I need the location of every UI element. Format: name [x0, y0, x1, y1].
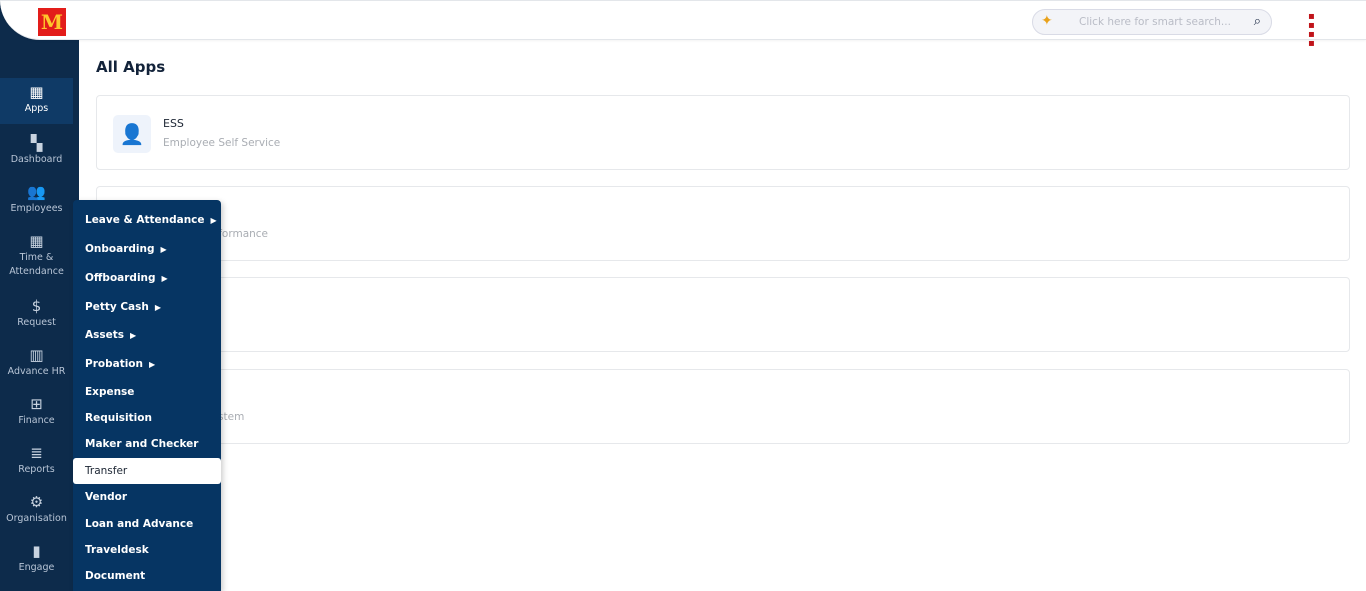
- money-doc-icon: $: [31, 297, 42, 315]
- search-placeholder: Click here for smart search...: [1079, 16, 1231, 28]
- sidebar-item-label: Advance HR: [7, 366, 66, 377]
- grid-icon: ▦: [29, 83, 44, 101]
- gear-icon: ⚙: [29, 493, 44, 511]
- menu-item-label: Transfer: [85, 465, 128, 477]
- menu-item-label: Maker and Checker: [85, 438, 199, 450]
- menu-item-label: Leave & Attendance: [85, 214, 205, 226]
- sidebar-item-advance-hr[interactable]: ▥ Advance HR: [0, 341, 73, 385]
- menu-item-vendor[interactable]: Vendor: [73, 484, 221, 510]
- sidebar-item-label: Finance: [18, 415, 55, 426]
- app-card[interactable]: ayment: [96, 277, 1350, 352]
- menu-item-onboarding[interactable]: Onboarding ▶: [73, 236, 221, 262]
- menu-item-label: Loan and Advance: [85, 518, 194, 530]
- caret-right-icon: ▶: [154, 303, 162, 312]
- app-card-ess[interactable]: 👤 ESS Employee Self Service: [96, 95, 1350, 170]
- apps-flyout-menu: Leave & Attendance ▶ Onboarding ▶ Offboardin…: [73, 200, 221, 591]
- menu-item-label: Document: [85, 570, 146, 582]
- menu-item-requisition[interactable]: Requisition: [73, 405, 221, 431]
- dashboard-icon: ▚: [30, 134, 43, 152]
- report-icon: ≣: [30, 444, 43, 462]
- person-icon: 👤: [113, 115, 151, 153]
- search-icon[interactable]: ⌕: [1254, 14, 1261, 29]
- building-icon: ▥: [29, 346, 44, 364]
- menu-item-offboarding[interactable]: Offboarding ▶: [73, 265, 221, 291]
- sidebar-item-label: Time & Attendance: [9, 252, 64, 277]
- mcdonalds-logo[interactable]: M: [38, 8, 66, 36]
- app-card[interactable]: racking System: [96, 369, 1350, 444]
- people-icon: 👥: [27, 183, 46, 201]
- caret-right-icon: ▶: [161, 274, 168, 283]
- sidebar-item-organisation[interactable]: ⚙ Organisation: [0, 488, 73, 532]
- menu-item-label: Petty Cash: [85, 301, 149, 313]
- menu-item-traveldesk[interactable]: Traveldesk: [73, 537, 221, 563]
- sidebar-item-time-attendance[interactable]: ▦ Time & Attendance: [0, 227, 73, 277]
- sidebar-item-employees[interactable]: 👥 Employees: [0, 178, 73, 222]
- menu-item-label: Onboarding: [85, 243, 155, 255]
- app-desc: Employee Self Service: [163, 137, 281, 149]
- caret-right-icon: ▶: [160, 245, 167, 254]
- menu-item-label: Probation: [85, 358, 143, 370]
- menu-item-label: Assets: [85, 329, 125, 341]
- menu-item-label: Expense: [85, 386, 135, 398]
- sidebar-item-label: Apps: [24, 103, 49, 114]
- caret-right-icon: ▶: [149, 360, 156, 369]
- sidebar-item-label: Dashboard: [10, 154, 63, 165]
- smart-search-input[interactable]: ✦ Click here for smart search... ⌕: [1032, 9, 1272, 35]
- page-title: All Apps: [96, 58, 166, 76]
- menu-item-label: Requisition: [85, 412, 152, 424]
- menu-item-label: Offboarding: [85, 272, 156, 284]
- menu-item-assets[interactable]: Assets ▶: [73, 322, 221, 348]
- sidebar-item-engage[interactable]: ▮ Engage: [0, 537, 73, 581]
- menu-item-label: Vendor: [85, 491, 128, 503]
- menu-item-probation[interactable]: Probation ▶: [73, 351, 221, 377]
- sidebar-item-label: Engage: [18, 562, 55, 573]
- sidebar-item-label: Reports: [18, 464, 55, 475]
- menu-item-transfer[interactable]: Transfer: [73, 458, 221, 484]
- sidebar-item-label: Employees: [10, 203, 63, 214]
- menu-item-label: Traveldesk: [85, 544, 149, 556]
- sidebar-item-dashboard[interactable]: ▚ Dashboard: [0, 129, 73, 173]
- sidebar-item-apps[interactable]: ▦ Apps: [0, 78, 73, 124]
- menu-item-leave-attendance[interactable]: Leave & Attendance ▶: [73, 207, 221, 233]
- user-avatar[interactable]: ▪ ▪ ▪ ▪: [1308, 12, 1328, 49]
- app-title: ESS: [163, 117, 184, 130]
- calendar-icon: ▦: [29, 232, 44, 250]
- app-card[interactable]: ce ployee Performance: [96, 186, 1350, 261]
- sidebar-item-reports[interactable]: ≣ Reports: [0, 439, 73, 483]
- sparkle-icon: ✦: [1041, 13, 1053, 29]
- sidebar-item-label: Request: [17, 317, 56, 328]
- store-add-icon: ⊞: [30, 395, 43, 413]
- menu-item-expense[interactable]: Expense: [73, 379, 221, 405]
- chart-icon: ▮: [32, 542, 41, 560]
- menu-item-document[interactable]: Document: [73, 563, 221, 589]
- sidebar-item-finance[interactable]: ⊞ Finance: [0, 390, 73, 434]
- caret-right-icon: ▶: [130, 331, 137, 340]
- sidebar-item-request[interactable]: $ Request: [0, 292, 73, 336]
- menu-item-maker-and-checker[interactable]: Maker and Checker: [73, 431, 221, 457]
- caret-right-icon: ▶: [210, 216, 217, 225]
- menu-item-loan-and-advance[interactable]: Loan and Advance: [73, 511, 221, 537]
- menu-item-petty-cash[interactable]: Petty Cash ▶: [73, 294, 221, 320]
- sidebar-item-label: Organisation: [6, 513, 67, 524]
- header: M ✦ Click here for smart search... ⌕ ▪ ▪…: [0, 0, 1366, 49]
